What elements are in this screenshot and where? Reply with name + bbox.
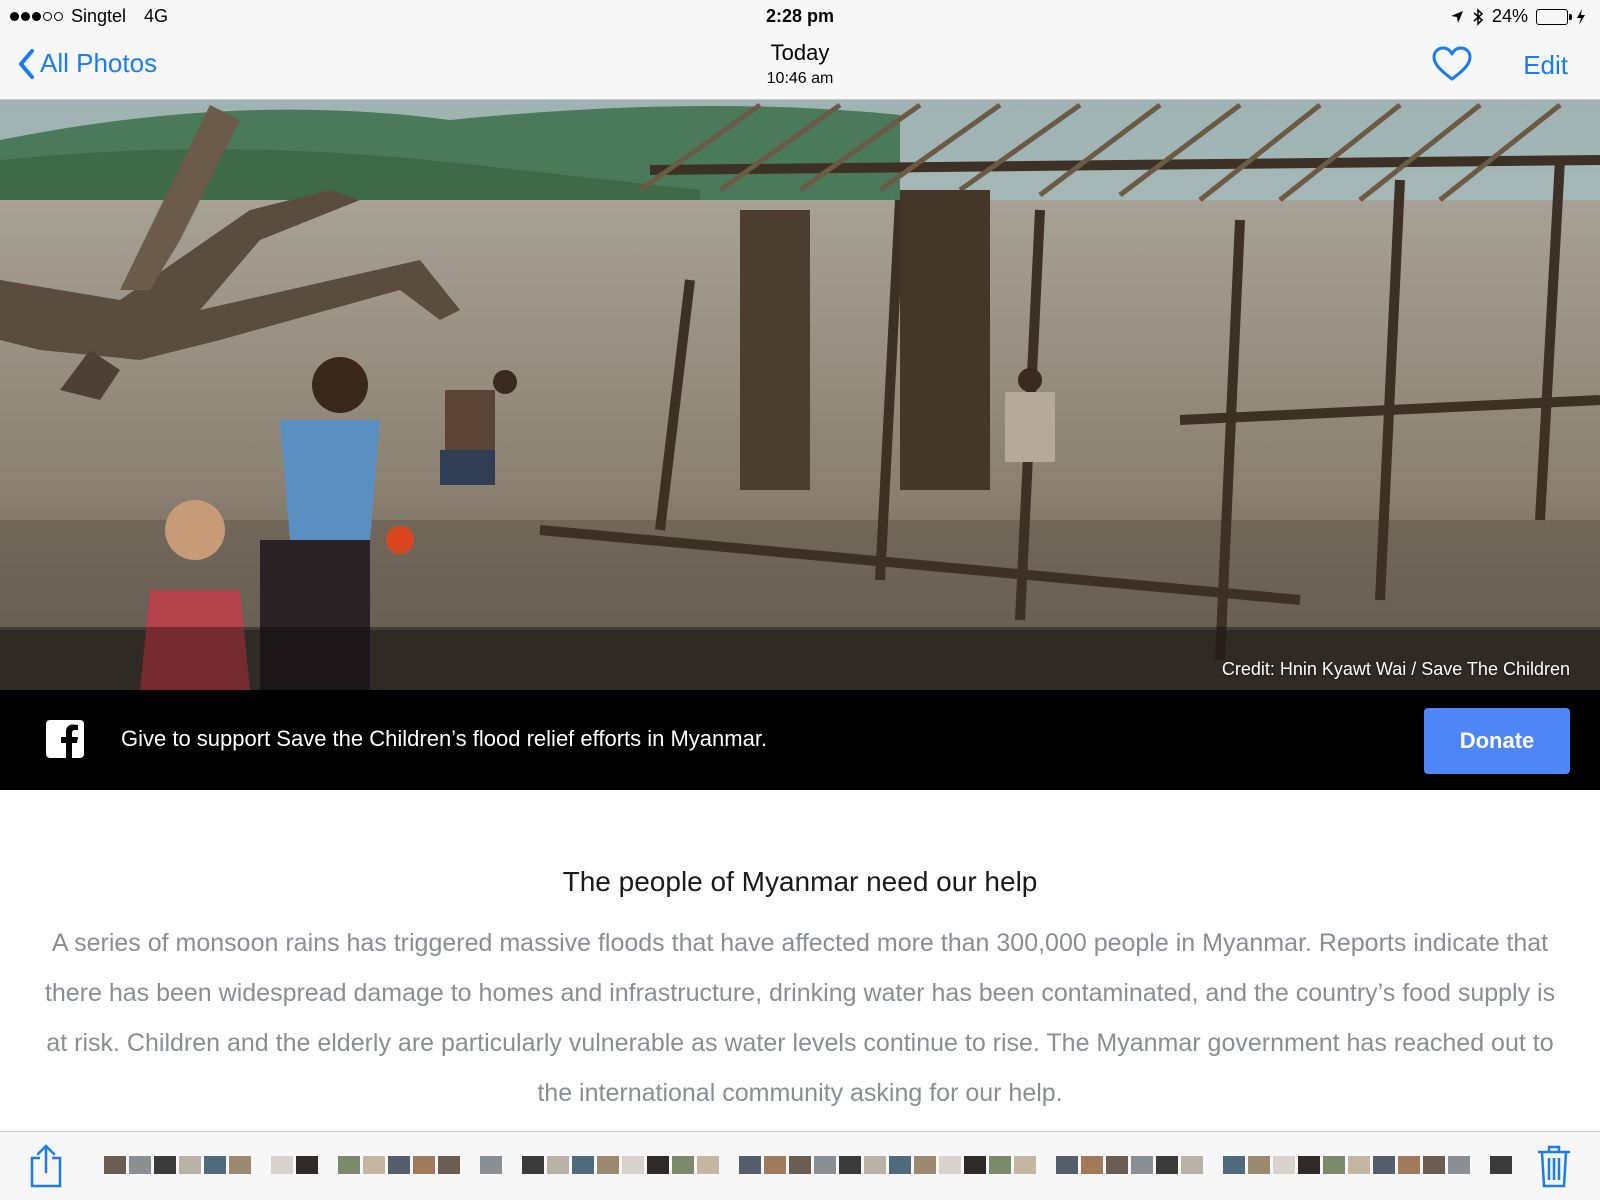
film-strip-thumbnail[interactable] (1448, 1156, 1470, 1174)
film-strip-thumbnail[interactable] (154, 1156, 176, 1174)
film-strip-thumbnail[interactable] (1156, 1156, 1178, 1174)
donate-banner: Give to support Save the Children’s floo… (0, 690, 1600, 790)
film-strip-thumbnail[interactable] (1014, 1156, 1036, 1174)
film-strip-thumbnail[interactable] (1223, 1156, 1245, 1174)
film-strip-thumbnail[interactable] (597, 1156, 619, 1174)
film-strip-thumbnail[interactable] (1248, 1156, 1270, 1174)
film-strip-thumbnail[interactable] (1348, 1156, 1370, 1174)
film-strip-thumbnail[interactable] (939, 1156, 961, 1174)
film-strip-thumbnail[interactable] (789, 1156, 811, 1174)
share-icon (30, 1144, 62, 1188)
film-strip-thumbnail[interactable] (438, 1156, 460, 1174)
edit-button[interactable]: Edit (1523, 50, 1568, 81)
article-body: A series of monsoon rains has triggered … (44, 929, 1556, 1107)
film-strip-thumbnail[interactable] (814, 1156, 836, 1174)
navigation-bar: All Photos Today 10:46 am Edit (0, 34, 1600, 100)
film-strip-thumbnail[interactable] (271, 1156, 293, 1174)
film-strip-thumbnail[interactable] (764, 1156, 786, 1174)
film-strip-thumbnail[interactable] (104, 1156, 126, 1174)
nav-title-group: Today 10:46 am (0, 40, 1600, 88)
film-strip-thumbnail[interactable] (1106, 1156, 1128, 1174)
share-button[interactable] (28, 1144, 64, 1188)
film-strip-thumbnail[interactable] (989, 1156, 1011, 1174)
battery-percent: 24% (1491, 6, 1528, 26)
delete-button[interactable] (1536, 1144, 1572, 1188)
film-strip-thumbnail[interactable] (1398, 1156, 1420, 1174)
banner-message: Give to support Save the Children’s floo… (121, 726, 768, 751)
film-strip-thumbnail[interactable] (1423, 1156, 1445, 1174)
film-strip-thumbnail[interactable] (204, 1156, 226, 1174)
page-subtitle: 10:46 am (766, 70, 834, 87)
page-title: Today (770, 40, 830, 65)
photo-film-strip[interactable] (104, 1154, 1514, 1176)
location-arrow-icon (1450, 10, 1463, 23)
photo-illustration (0, 100, 1600, 690)
article-title: The people of Myanmar need our help (562, 866, 1038, 897)
film-strip-thumbnail[interactable] (1298, 1156, 1320, 1174)
film-strip-thumbnail[interactable] (338, 1156, 360, 1174)
film-strip-thumbnail[interactable] (1323, 1156, 1345, 1174)
bottom-toolbar (0, 1131, 1600, 1200)
photo-credit: Credit: Hnin Kyawt Wai / Save The Childr… (1221, 659, 1570, 679)
film-strip-thumbnail[interactable] (1131, 1156, 1153, 1174)
film-strip-thumbnail[interactable] (572, 1156, 594, 1174)
film-strip-thumbnail[interactable] (179, 1156, 201, 1174)
film-strip-thumbnail[interactable] (413, 1156, 435, 1174)
film-strip-thumbnail[interactable] (1490, 1156, 1512, 1174)
film-strip-thumbnail[interactable] (889, 1156, 911, 1174)
film-strip-thumbnail[interactable] (672, 1156, 694, 1174)
film-strip-thumbnail[interactable] (697, 1156, 719, 1174)
favorite-button[interactable] (1432, 46, 1472, 82)
status-right: 24% (1450, 6, 1586, 27)
film-strip-thumbnail[interactable] (1181, 1156, 1203, 1174)
heart-icon (1432, 46, 1472, 81)
film-strip-thumbnail[interactable] (864, 1156, 886, 1174)
film-strip-thumbnail[interactable] (480, 1156, 502, 1174)
film-strip-thumbnail[interactable] (363, 1156, 385, 1174)
donate-button[interactable]: Donate (1424, 708, 1570, 774)
film-strip-thumbnail[interactable] (388, 1156, 410, 1174)
film-strip-thumbnail[interactable] (129, 1156, 151, 1174)
film-strip-thumbnail[interactable] (1273, 1156, 1295, 1174)
charging-bolt-icon (1577, 8, 1585, 25)
film-strip-thumbnail[interactable] (914, 1156, 936, 1174)
film-strip-thumbnail[interactable] (839, 1156, 861, 1174)
film-strip-thumbnail[interactable] (1056, 1156, 1078, 1174)
film-strip-thumbnail[interactable] (547, 1156, 569, 1174)
film-strip-thumbnail[interactable] (229, 1156, 251, 1174)
flood-photo[interactable]: Credit: Hnin Kyawt Wai / Save The Childr… (0, 100, 1600, 690)
film-strip-thumbnail[interactable] (1081, 1156, 1103, 1174)
film-strip-thumbnail[interactable] (522, 1156, 544, 1174)
film-strip-thumbnail[interactable] (739, 1156, 761, 1174)
status-bar: Singtel 4G 2:28 pm 24% (0, 0, 1600, 34)
film-strip-thumbnail[interactable] (647, 1156, 669, 1174)
film-strip-thumbnail[interactable] (1373, 1156, 1395, 1174)
film-strip-thumbnail[interactable] (964, 1156, 986, 1174)
status-time: 2:28 pm (765, 6, 835, 26)
film-strip-thumbnail[interactable] (622, 1156, 644, 1174)
battery-icon (1536, 8, 1572, 25)
facebook-logo-icon (46, 720, 84, 758)
bluetooth-icon (1473, 7, 1484, 26)
film-strip-thumbnail[interactable] (296, 1156, 318, 1174)
trash-icon (1538, 1145, 1570, 1188)
